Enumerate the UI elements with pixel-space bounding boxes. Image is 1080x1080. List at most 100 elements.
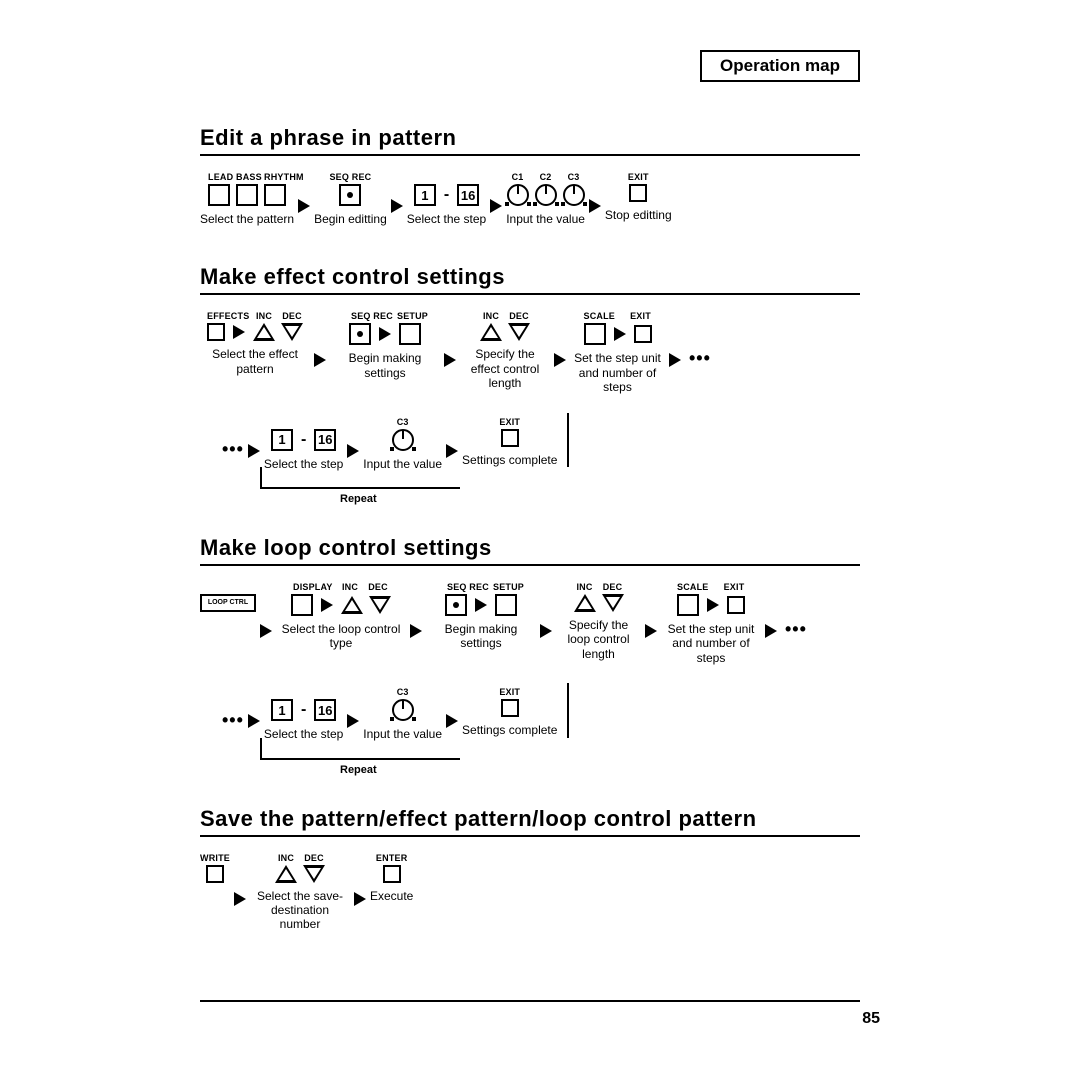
label-effects: EFFECTS [207, 311, 229, 321]
button-dec[interactable] [281, 323, 303, 341]
knob-c3[interactable] [563, 184, 585, 206]
button-exit[interactable] [501, 699, 519, 717]
label-c3: C3 [392, 687, 414, 697]
label-dec: DEC [508, 311, 530, 321]
button-scale[interactable] [677, 594, 699, 616]
button-setup[interactable] [495, 594, 517, 616]
label-inc: INC [253, 311, 275, 321]
step-16-button[interactable]: 16 [457, 184, 479, 206]
button-dec[interactable] [369, 596, 391, 614]
stage-input-value: C3 Input the value [363, 413, 442, 471]
step-16-button[interactable]: 16 [314, 429, 336, 451]
step-16-button[interactable]: 16 [314, 699, 336, 721]
arrow-icon [446, 444, 458, 458]
button-inc[interactable] [574, 594, 596, 612]
label-exit: EXIT [499, 417, 520, 427]
label-setup: SETUP [397, 311, 419, 321]
stage-stop-edit: EXIT Stop editting [605, 168, 672, 222]
knob-c1[interactable] [507, 184, 529, 206]
page-number: 85 [862, 1010, 880, 1028]
button-seqrec[interactable] [445, 594, 467, 616]
label-lead: LEAD [208, 172, 230, 182]
button-seqrec[interactable] [349, 323, 371, 345]
caption: Begin editting [314, 212, 387, 226]
button-dec[interactable] [508, 323, 530, 341]
stage-select-loop-type: DISPLAY INC DEC Select the loop control … [276, 578, 406, 651]
caption: Execute [370, 889, 413, 903]
caption: Select the effect pattern [200, 347, 310, 376]
button-effects[interactable] [207, 323, 225, 341]
stage-select-step: 1 - 16 Select the step [264, 413, 343, 471]
section-title: Make effect control settings [200, 264, 860, 295]
arrow-icon [554, 353, 566, 367]
button-loopctrl[interactable]: LOOP CTRL [200, 594, 256, 612]
button-dec[interactable] [303, 865, 325, 883]
knob-c3[interactable] [392, 699, 414, 721]
ellipsis-icon: ••• [689, 348, 711, 369]
label-seqrec: SEQ REC [329, 172, 371, 182]
button-display[interactable] [291, 594, 313, 616]
caption: Select the step [407, 212, 486, 226]
stage-begin-settings: SEQ REC SETUP Begin making settings [426, 578, 536, 651]
button-scale[interactable] [584, 323, 606, 345]
stage-specify-length: INC DEC Specify the loop control length [556, 578, 641, 661]
repeat-label: Repeat [340, 764, 377, 776]
knob-c2[interactable] [535, 184, 557, 206]
button-setup[interactable] [399, 323, 421, 345]
section-loop: Make loop control settings LOOP CTRL DIS… [200, 535, 860, 778]
arrow-icon [234, 892, 246, 906]
label-dec: DEC [281, 311, 303, 321]
button-enter[interactable] [383, 865, 401, 883]
arrow-icon [347, 444, 359, 458]
step-1-button[interactable]: 1 [271, 699, 293, 721]
arrow-icon [233, 325, 245, 339]
stage-settings-complete: EXIT Settings complete [462, 683, 569, 737]
label-seqrec: SEQ REC [351, 311, 373, 321]
stage-execute: ENTER Execute [370, 849, 413, 903]
step-1-button[interactable]: 1 [271, 429, 293, 451]
button-bass[interactable] [236, 184, 258, 206]
dash: - [299, 701, 308, 719]
button-inc[interactable] [341, 596, 363, 614]
arrow-icon [707, 598, 719, 612]
arrow-icon [645, 624, 657, 638]
caption: Set the step unit and number of steps [661, 622, 761, 665]
section-title: Save the pattern/effect pattern/loop con… [200, 806, 860, 837]
arrow-icon [248, 444, 260, 458]
button-inc[interactable] [480, 323, 502, 341]
arrow-icon [475, 598, 487, 612]
button-inc[interactable] [253, 323, 275, 341]
button-seqrec[interactable] [339, 184, 361, 206]
button-write[interactable] [206, 865, 224, 883]
arrow-icon [248, 714, 260, 728]
button-exit[interactable] [629, 184, 647, 202]
section-save: Save the pattern/effect pattern/loop con… [200, 806, 860, 932]
step-1-button[interactable]: 1 [414, 184, 436, 206]
button-lead[interactable] [208, 184, 230, 206]
button-exit[interactable] [634, 325, 652, 343]
caption: Input the value [506, 212, 585, 226]
dash: - [442, 186, 451, 204]
repeat-bracket: Repeat [260, 471, 860, 507]
button-dec[interactable] [602, 594, 624, 612]
label-display: DISPLAY [293, 582, 315, 592]
label-exit: EXIT [499, 687, 520, 697]
label-rhythm: RHYTHM [264, 172, 286, 182]
caption: Begin making settings [330, 351, 440, 380]
stage-set-step: SCALE EXIT Set the step unit and number … [570, 307, 665, 394]
button-inc[interactable] [275, 865, 297, 883]
button-exit[interactable] [501, 429, 519, 447]
label-exit: EXIT [628, 172, 649, 182]
arrow-icon [444, 353, 456, 367]
caption: Specify the loop control length [556, 618, 641, 661]
arrow-icon [391, 199, 403, 213]
ellipsis-icon: ••• [222, 710, 244, 731]
section-edit: Edit a phrase in pattern LEAD BASS RHYTH… [200, 125, 860, 226]
caption: Specify the effect control length [460, 347, 550, 390]
arrow-icon [614, 327, 626, 341]
arrow-icon [314, 353, 326, 367]
button-exit[interactable] [727, 596, 745, 614]
button-rhythm[interactable] [264, 184, 286, 206]
arrow-icon [540, 624, 552, 638]
knob-c3[interactable] [392, 429, 414, 451]
